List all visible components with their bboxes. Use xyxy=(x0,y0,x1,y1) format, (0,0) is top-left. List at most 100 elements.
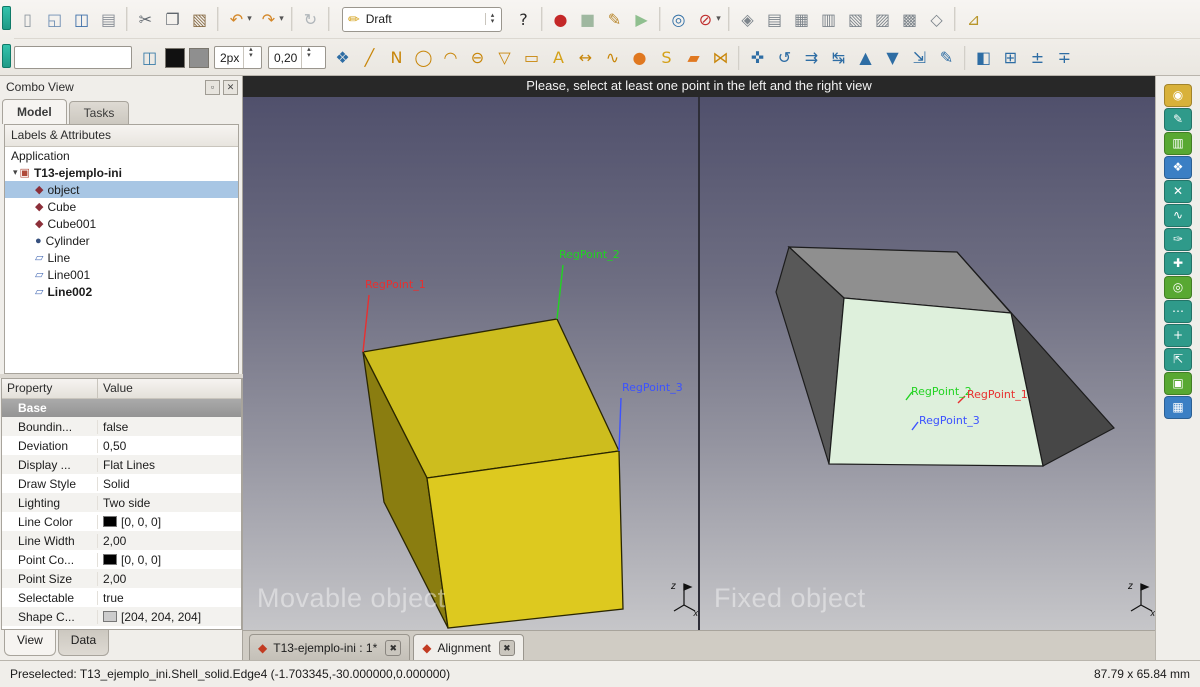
toolbar-grip[interactable] xyxy=(2,6,11,30)
macro-record-icon[interactable]: ● xyxy=(547,6,574,33)
view-right-icon[interactable]: ▥ xyxy=(815,6,842,33)
tree-item-line[interactable]: ▱ Line xyxy=(5,249,238,266)
close-tab-icon[interactable]: ✖ xyxy=(499,640,515,656)
regpoint-label[interactable]: RegPoint_2 xyxy=(911,385,972,398)
tree-item-application[interactable]: Application xyxy=(5,147,238,164)
draft-bspline-icon[interactable]: ∿ xyxy=(599,44,626,71)
macro-stop-icon[interactable]: ■ xyxy=(574,6,601,33)
tree-item-line001[interactable]: ▱ Line001 xyxy=(5,266,238,283)
regpoint-label[interactable]: RegPoint_1 xyxy=(967,388,1028,401)
target-icon[interactable]: ◎ xyxy=(1164,276,1192,299)
plus-cross-icon[interactable]: ✚ xyxy=(1164,252,1192,275)
padlock-icon[interactable]: ◉ xyxy=(1164,84,1192,107)
scale-spinner[interactable]: ▴ ▾ xyxy=(301,47,315,68)
draft-downgrade-icon[interactable]: ▼ xyxy=(879,44,906,71)
view-left-icon[interactable]: ▩ xyxy=(896,6,923,33)
brush-icon[interactable]: ✑ xyxy=(1164,228,1192,251)
property-row[interactable]: Line Color [0, 0, 0] xyxy=(2,512,241,531)
spinner-down-icon[interactable]: ▾ xyxy=(307,53,311,59)
grid-icon[interactable]: ▦ xyxy=(1164,396,1192,419)
close-panel-icon[interactable]: ✕ xyxy=(223,80,238,95)
draft-circle-icon[interactable]: ◯ xyxy=(410,44,437,71)
close-tab-icon[interactable]: ✖ xyxy=(385,640,401,656)
draft-arc-icon[interactable]: ◠ xyxy=(437,44,464,71)
regpoint-label[interactable]: RegPoint_3 xyxy=(919,414,980,427)
view-front-icon[interactable]: ▤ xyxy=(761,6,788,33)
view-rear-icon[interactable]: ▧ xyxy=(842,6,869,33)
tree-item-cube001[interactable]: ◆ Cube001 xyxy=(5,215,238,232)
draft-mirror-icon[interactable]: ⋈ xyxy=(707,44,734,71)
save-icon[interactable]: ◫ xyxy=(68,6,95,33)
add-icon[interactable]: + xyxy=(1164,324,1192,347)
draft-polygon-icon[interactable]: ▽ xyxy=(491,44,518,71)
line-color-swatch[interactable] xyxy=(165,48,185,68)
property-group-base[interactable]: Base xyxy=(2,399,241,417)
draft-wire-icon[interactable]: N xyxy=(383,44,410,71)
draft-line-icon[interactable]: ╱ xyxy=(356,44,383,71)
draw-style-menu-arrow[interactable]: ▾ xyxy=(713,6,724,33)
draft-apply-style-icon[interactable]: ◧ xyxy=(970,44,997,71)
property-row[interactable]: Selectable true xyxy=(2,588,241,607)
tree-expander-icon[interactable]: ▾ xyxy=(13,167,18,178)
edit-pencil-icon[interactable]: ✎ xyxy=(1164,108,1192,131)
shell-highlighted-face[interactable] xyxy=(829,298,1043,466)
close-cross-icon[interactable]: ✕ xyxy=(1164,180,1192,203)
regpoint-label[interactable]: RegPoint_3 xyxy=(622,381,683,394)
zoom-fit-icon[interactable]: ◎ xyxy=(665,6,692,33)
property-row[interactable]: Deviation 0,50 xyxy=(2,436,241,455)
new-document-icon[interactable]: ▯ xyxy=(14,6,41,33)
whats-this-icon[interactable]: ? xyxy=(510,6,537,33)
draft-scale-icon[interactable]: ⇲ xyxy=(906,44,933,71)
draft-dimension-icon[interactable]: ↔ xyxy=(572,44,599,71)
refresh-icon[interactable]: ↻ xyxy=(297,6,324,33)
property-row[interactable]: Draw Style Solid xyxy=(2,474,241,493)
scale-spinbox[interactable]: 0,20 ▴ ▾ xyxy=(268,46,326,69)
mdi-tab-alignment[interactable]: ◆ Alignment ✖ xyxy=(413,634,524,660)
draft-facebinder-icon[interactable]: ▰ xyxy=(680,44,707,71)
view-isometric-icon[interactable]: ◈ xyxy=(734,6,761,33)
redo-menu-arrow[interactable]: ▾ xyxy=(276,6,287,33)
undo-menu-arrow[interactable]: ▾ xyxy=(244,6,255,33)
line-width-select[interactable]: 2px ▴ ▾ xyxy=(214,46,262,69)
working-plane-button[interactable]: ◫ xyxy=(136,44,163,71)
viewport-fixed[interactable]: z x RegPoint_2 RegPoint_1 RegPoint_3 Fix… xyxy=(700,97,1155,630)
box-icon[interactable]: ▣ xyxy=(1164,372,1192,395)
draft-upgrade-icon[interactable]: ▲ xyxy=(852,44,879,71)
draft-move-icon[interactable]: ✜ xyxy=(744,44,771,71)
float-panel-icon[interactable]: ▫ xyxy=(205,80,220,95)
draft-remove-point-icon[interactable]: ∓ xyxy=(1051,44,1078,71)
view-axonometric-icon[interactable]: ◇ xyxy=(923,6,950,33)
open-folder-icon[interactable]: ◱ xyxy=(41,6,68,33)
property-row[interactable]: Point Size 2,00 xyxy=(2,569,241,588)
spinner-down-icon[interactable]: ▾ xyxy=(491,19,495,25)
tree-item-object[interactable]: ◆ object xyxy=(5,181,238,198)
property-row[interactable]: Line Width 2,00 xyxy=(2,531,241,550)
draft-text-icon[interactable]: A xyxy=(545,44,572,71)
property-row[interactable]: Lighting Two side xyxy=(2,493,241,512)
regpoint-label[interactable]: RegPoint_2 xyxy=(559,248,620,261)
line-width-spinner[interactable]: ▴ ▾ xyxy=(243,47,257,68)
copy-icon[interactable]: ❐ xyxy=(159,6,186,33)
print-icon[interactable]: ▤ xyxy=(95,6,122,33)
chart-icon[interactable]: ▥ xyxy=(1164,132,1192,155)
draft-rectangle-icon[interactable]: ▭ xyxy=(518,44,545,71)
draft-shapestring-icon[interactable]: S xyxy=(653,44,680,71)
view-top-icon[interactable]: ▦ xyxy=(788,6,815,33)
draft-trimex-icon[interactable]: ↹ xyxy=(825,44,852,71)
tree-item-document[interactable]: ▾ ▣ T13-ejemplo-ini xyxy=(5,164,238,181)
workbench-spinner[interactable]: ▴ ▾ xyxy=(485,13,499,25)
property-row[interactable]: Boundin... false xyxy=(2,417,241,436)
curve-icon[interactable]: ∿ xyxy=(1164,204,1192,227)
draft-edit-icon[interactable]: ✎ xyxy=(933,44,960,71)
window-icon[interactable]: ❖ xyxy=(1164,156,1192,179)
property-row[interactable]: Display ... Flat Lines xyxy=(2,455,241,474)
draft-command-input[interactable] xyxy=(14,46,132,69)
viewport-movable[interactable]: z x RegPoint_1 RegPoint_2 RegPoint_3 Mov… xyxy=(243,97,698,630)
cut-icon[interactable]: ✂ xyxy=(132,6,159,33)
draft-point-icon[interactable]: ● xyxy=(626,44,653,71)
face-color-swatch[interactable] xyxy=(189,48,209,68)
regpoint-label[interactable]: RegPoint_1 xyxy=(365,278,426,291)
spinner-down-icon[interactable]: ▾ xyxy=(249,53,253,59)
view-bottom-icon[interactable]: ▨ xyxy=(869,6,896,33)
toolbar-grip[interactable] xyxy=(2,44,11,68)
